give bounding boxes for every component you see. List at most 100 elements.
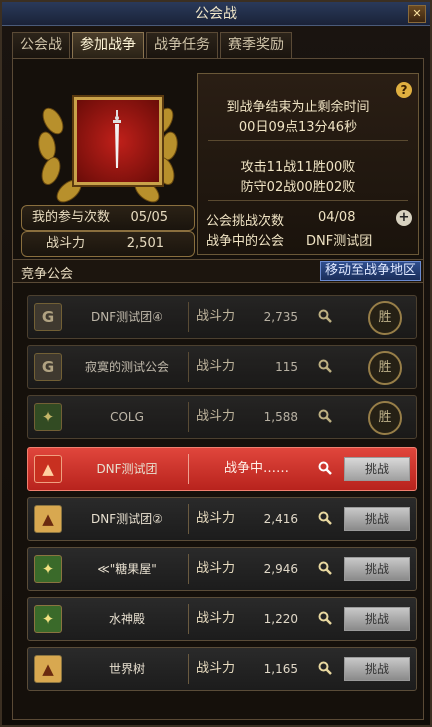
divider: [188, 554, 189, 584]
victory-badge: 胜: [368, 401, 402, 435]
guild-name: ≪"糖果屋": [97, 562, 157, 576]
warring-guild-row: 战争中的公会 DNF测试团: [206, 230, 372, 249]
guild-badge-icon: ✦: [34, 555, 62, 583]
guild-war-window: 公会战 ✕ 公会战 参加战争 战争任务 赛季奖励 我的参与次数 05/05 战斗…: [0, 0, 432, 727]
competing-guilds-header: 竞争公会 移动至战争地区: [13, 259, 423, 283]
content-panel: 我的参与次数 05/05 战斗力 2,501 ? 到战争结束为止剩余时间 00日…: [12, 58, 424, 720]
remaining-time-label: 到战争结束为止剩余时间: [226, 100, 370, 115]
divider: [208, 140, 408, 141]
guild-badge-icon: ✦: [34, 605, 62, 633]
search-icon[interactable]: [318, 611, 332, 625]
guild-badge-icon: ▲: [34, 505, 62, 533]
guild-badge-icon: G: [34, 353, 62, 381]
remaining-time-value: 00日09点13分46秒: [238, 120, 358, 135]
guild-row: ✦ COLG 战斗力 1,588 胜: [27, 395, 417, 439]
participation-value: 05/05: [130, 210, 168, 225]
guild-emblem: [74, 97, 162, 185]
divider: [208, 200, 408, 201]
search-icon[interactable]: [318, 359, 332, 373]
search-icon[interactable]: [318, 661, 332, 675]
war-status-text: 战争中……: [224, 461, 290, 476]
help-icon[interactable]: ?: [396, 82, 412, 98]
guild-name: 寂寞的测试公会: [84, 360, 169, 374]
power-value: 115: [275, 360, 298, 374]
power-label: 战斗力: [196, 359, 236, 374]
warring-guild-label: 战争中的公会: [206, 234, 285, 249]
tab-season-rewards[interactable]: 赛季奖励: [220, 32, 292, 58]
victory-badge: 胜: [368, 351, 402, 385]
guild-row: ▲ DNF测试团② 战斗力 2,416 挑战: [27, 497, 417, 541]
my-power-value: 2,501: [126, 236, 164, 251]
my-power-stat: 战斗力 2,501: [21, 231, 195, 257]
guild-badge-icon: ▲: [34, 655, 62, 683]
challenge-count-label: 公会挑战次数: [206, 214, 285, 229]
divider: [188, 654, 189, 684]
power-value: 2,946: [263, 562, 298, 576]
power-value: 2,735: [263, 310, 298, 324]
sword-icon: [113, 110, 121, 168]
power-label: 战斗力: [196, 661, 236, 676]
power-value: 1,588: [263, 410, 298, 424]
guild-row-active: ▲ DNF测试团 战争中…… 挑战: [27, 447, 417, 491]
participation-label: 我的参与次数: [32, 210, 111, 225]
section-title: 竞争公会: [21, 267, 74, 282]
power-label: 战斗力: [196, 309, 236, 324]
guild-row: ✦ 水神殿 战斗力 1,220 挑战: [27, 597, 417, 641]
challenge-count-row: 公会挑战次数 04/08: [206, 210, 355, 229]
guild-name: DNF测试团②: [91, 512, 163, 526]
power-label: 战斗力: [196, 409, 236, 424]
guild-name: 世界树: [108, 662, 145, 676]
search-icon[interactable]: [318, 461, 332, 475]
challenge-button[interactable]: 挑战: [344, 457, 410, 481]
challenge-button[interactable]: 挑战: [344, 657, 410, 681]
power-label: 战斗力: [196, 511, 236, 526]
divider: [188, 604, 189, 634]
tab-war-missions[interactable]: 战争任务: [146, 32, 218, 58]
search-icon[interactable]: [318, 309, 332, 323]
move-to-war-zone-button[interactable]: 移动至战争地区: [319, 261, 421, 281]
plus-icon[interactable]: +: [396, 210, 412, 226]
search-icon[interactable]: [318, 511, 332, 525]
warring-guild-value: DNF测试团: [306, 234, 373, 249]
defense-record: 防守02战00胜02败: [240, 180, 356, 195]
divider: [188, 402, 189, 432]
guild-name: DNF测试团: [96, 462, 158, 476]
victory-badge: 胜: [368, 301, 402, 335]
power-value: 2,416: [263, 512, 298, 526]
divider: [188, 302, 189, 332]
guild-row: G DNF测试团④ 战斗力 2,735 胜: [27, 295, 417, 339]
guild-row: ✦ ≪"糖果屋" 战斗力 2,946 挑战: [27, 547, 417, 591]
power-label: 战斗力: [196, 561, 236, 576]
close-icon[interactable]: ✕: [408, 5, 426, 23]
challenge-count-value: 04/08: [318, 210, 356, 225]
tab-join-war[interactable]: 参加战争: [72, 32, 144, 58]
guild-name: 水神殿: [108, 612, 145, 626]
guild-name: COLG: [110, 410, 144, 424]
attack-record: 攻击11战11胜00败: [240, 160, 356, 175]
power-value: 1,220: [263, 612, 298, 626]
my-power-label: 战斗力: [46, 236, 86, 251]
divider: [188, 504, 189, 534]
tab-bar: 公会战 参加战争 战争任务 赛季奖励: [12, 32, 292, 58]
guild-badge-icon: ▲: [34, 455, 62, 483]
participation-stat: 我的参与次数 05/05: [21, 205, 195, 231]
challenge-button[interactable]: 挑战: [344, 557, 410, 581]
divider: [188, 454, 189, 484]
guild-row: ▲ 世界树 战斗力 1,165 挑战: [27, 647, 417, 691]
window-titlebar: 公会战 ✕: [2, 2, 430, 26]
divider: [188, 352, 189, 382]
window-title: 公会战: [195, 6, 237, 22]
power-label: 战斗力: [196, 611, 236, 626]
search-icon[interactable]: [318, 561, 332, 575]
guild-badge-icon: G: [34, 303, 62, 331]
guild-row: G 寂寞的测试公会 战斗力 115 胜: [27, 345, 417, 389]
guild-name: DNF测试团④: [91, 310, 163, 324]
my-guild-panel: 我的参与次数 05/05 战斗力 2,501: [19, 69, 197, 259]
challenge-button[interactable]: 挑战: [344, 507, 410, 531]
search-icon[interactable]: [318, 409, 332, 423]
guild-badge-icon: ✦: [34, 403, 62, 431]
power-value: 1,165: [263, 662, 298, 676]
war-info-panel: ? 到战争结束为止剩余时间 00日09点13分46秒 攻击11战11胜00败 防…: [197, 73, 419, 255]
tab-guild-war[interactable]: 公会战: [12, 32, 70, 58]
challenge-button[interactable]: 挑战: [344, 607, 410, 631]
